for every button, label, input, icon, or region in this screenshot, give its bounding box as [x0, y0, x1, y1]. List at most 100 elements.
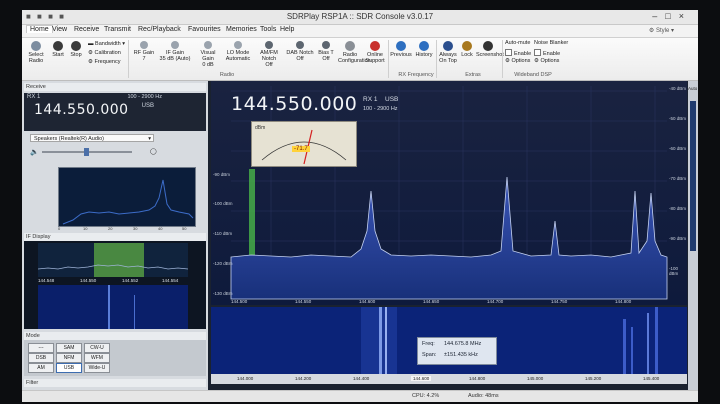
lock-button[interactable]: Lock [460, 41, 474, 58]
mode-button-cw-u[interactable]: CW-U [84, 343, 110, 353]
history-label: History [415, 52, 433, 58]
ylabel-left-1: -90 dBm [213, 172, 231, 177]
freq-label-1: 144.500 [231, 299, 248, 304]
freq-label-3: 144.600 [359, 299, 376, 304]
if-spectrum-trace [38, 264, 188, 270]
filter-panel-title: Filter [24, 379, 206, 387]
audio-device-select[interactable]: Speakers (Realtek(R) Audio) ▾ [30, 134, 154, 142]
noise-blanker-label: Noise Blanker [534, 40, 569, 46]
options-label-2: Options [540, 58, 560, 64]
receive-panel: Receive RX 1 100 - 2900 Hz 144.550.000 U… [22, 81, 208, 402]
title-bar: ■ ■ ■ ■ SDRPlay RSP1A :: SDR Console v3.… [22, 10, 698, 25]
tooltip-span-key: Span: [422, 352, 437, 358]
window-controls[interactable]: –□× [652, 11, 692, 21]
always-on-top-label: Always On Top [439, 52, 457, 64]
status-bar: CPU: 4.2% Audio: 48ms [22, 390, 698, 402]
waterfall-display[interactable]: Freq: 144.675.8 MHz Span: ±151.435 kHz [211, 307, 687, 374]
ylabel-right-3: -60 dBm [669, 146, 687, 151]
start-label: Start [52, 52, 64, 58]
bias-t-dropdown[interactable]: Bias T Off [316, 41, 336, 62]
wf-axis-1: 144.000 [237, 376, 254, 381]
rx-frequency[interactable]: 144.550.000 [34, 102, 129, 118]
am-fm-notch-dropdown[interactable]: AM/FM Notch Off [254, 41, 284, 68]
wf-axis-3: 144.400 [353, 376, 370, 381]
wf-axis-5: 144.800 [469, 376, 486, 381]
enable-label-2: Enable [543, 51, 561, 57]
dab-notch-dropdown[interactable]: DAB Notch Off [286, 41, 314, 62]
frequency-button[interactable]: ⚙ Frequency [88, 59, 120, 65]
if-freq-0: 144.548 [38, 278, 55, 283]
online-support-label: Online Support [365, 52, 385, 64]
level-scale-bar[interactable]: Auto [688, 81, 698, 402]
history-button[interactable]: History [414, 41, 434, 58]
previous-button[interactable]: Previous [390, 41, 412, 58]
rx-frequency-box[interactable]: RX 1 100 - 2900 Hz 144.550.000 USB [24, 93, 206, 131]
menu-favourites[interactable]: Favourites [188, 26, 221, 33]
mode-button-sam[interactable]: SAM [56, 343, 82, 353]
mode-button-wide-u[interactable]: Wide-U [84, 363, 110, 373]
if-waterfall[interactable] [38, 285, 188, 329]
menu-transmit[interactable]: Transmit [104, 26, 131, 33]
noise-blanker-enable[interactable]: Enable [534, 49, 560, 57]
wf-axis-2: 144.200 [295, 376, 312, 381]
dab-notch-value: Off [296, 56, 304, 62]
mode-button-wfm[interactable]: WFM [84, 353, 110, 363]
menu-rec-playback[interactable]: Rec/Playback [138, 26, 181, 33]
menu-view[interactable]: View [52, 26, 67, 33]
mode-button-am[interactable]: AM [28, 363, 54, 373]
spectrum-mode: USB [385, 96, 399, 103]
screenshot-button[interactable]: Screenshot [476, 41, 504, 58]
mode-button-blank[interactable]: --- [28, 343, 54, 353]
menu-tools[interactable]: Tools [260, 26, 276, 33]
online-support-button[interactable]: Online Support [364, 41, 386, 64]
mute-icon[interactable]: ◯ [150, 148, 157, 155]
main-frequency[interactable]: 144.550.000 [231, 93, 357, 115]
rf-gain-dropdown[interactable]: RF Gain 7 [132, 41, 156, 62]
rx-mode: USB [141, 103, 154, 109]
configuration-icon [345, 41, 355, 51]
spectrum-display[interactable]: 144.550.000 RX 1 USB 100 - 2900 Hz dBm -… [211, 81, 687, 305]
start-button[interactable]: Start [50, 41, 66, 58]
mode-button-dsb[interactable]: DSB [28, 353, 54, 363]
bandwidth-button[interactable]: ▬ Bandwidth ▾ [88, 41, 125, 47]
stop-label: Stop [70, 52, 82, 58]
ribbon-separator-3 [436, 40, 437, 78]
lo-mode-dropdown[interactable]: LO Mode Automatic [224, 41, 252, 62]
mode-button-usb[interactable]: USB [56, 363, 82, 373]
menu-home[interactable]: Home [26, 25, 53, 33]
ribbon-separator-2 [388, 40, 389, 78]
rf-gain-value: 7 [142, 56, 146, 62]
freq-label-5: 144.700 [487, 299, 504, 304]
stop-button[interactable]: Stop [68, 41, 84, 58]
auto-mute-options[interactable]: ⚙ Options [505, 58, 530, 64]
spectrum-frequency-axis: 144.500 144.550 144.600 144.650 144.700 … [211, 299, 687, 305]
menu-help[interactable]: Help [280, 26, 294, 33]
if-gain-dropdown[interactable]: IF Gain 35 dB (Auto) [158, 41, 192, 62]
audio-latency: Audio: 48ms [468, 393, 499, 399]
auto-mute-enable[interactable]: Enable [505, 49, 531, 57]
ylabel-left-4: -120 dBm [213, 261, 233, 266]
freq-label-2: 144.550 [295, 299, 312, 304]
volume-slider-thumb[interactable] [84, 148, 89, 156]
noise-blanker-options[interactable]: ⚙ Options [534, 58, 559, 64]
calibration-button[interactable]: ⚙ Calibration [88, 50, 121, 56]
if-spectrum[interactable] [38, 243, 188, 277]
lifebuoy-icon [370, 41, 380, 51]
level-range-slider[interactable] [690, 101, 696, 251]
tooltip-span-value: ±151.435 kHz [444, 352, 478, 358]
ylabel-right-7: -100 dBm [669, 266, 679, 276]
rf-gain-icon [140, 41, 148, 49]
menu-receive[interactable]: Receive [74, 26, 99, 33]
always-on-top-button[interactable]: Always On Top [438, 41, 458, 64]
radio-configuration-button[interactable]: Radio Configuration [338, 41, 371, 64]
visual-gain-dropdown[interactable]: Visual Gain 0 dB [194, 41, 222, 68]
menu-memories[interactable]: Memories [226, 26, 257, 33]
scale-40: 40 [158, 226, 163, 231]
volume-row: 🔈 ◯ [28, 148, 204, 156]
options-label-1: Options [511, 58, 531, 64]
mode-button-nfm[interactable]: NFM [56, 353, 82, 363]
ribbon-separator [128, 40, 129, 78]
select-radio-button[interactable]: Select Radio [26, 41, 46, 64]
auto-label: Auto [688, 86, 698, 91]
style-selector[interactable]: ⚙ Style ▾ [649, 27, 674, 34]
